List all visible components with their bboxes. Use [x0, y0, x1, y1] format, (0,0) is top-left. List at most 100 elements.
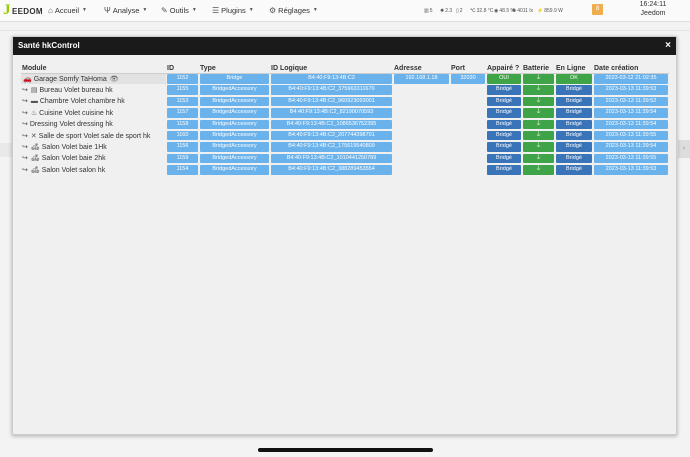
- id-tag: 1154: [167, 165, 198, 175]
- modal-body: Module ID Type ID Logique Adresse Port Appairé…: [13, 55, 676, 434]
- creation-date-tag: 2023-03-12 21:02:35: [594, 74, 668, 84]
- table-row: ↪ ▤ Bureau Volet bureau hk 1155 BridgedAcces…: [21, 84, 669, 95]
- notification-badge[interactable]: 8: [592, 4, 603, 15]
- column-header[interactable]: Adresse: [393, 61, 450, 74]
- nav-accueil[interactable]: ⌂ Accueil ▼: [48, 4, 87, 16]
- paired-status-tag: Bridgé: [487, 85, 521, 95]
- door-icon: ▯: [456, 7, 459, 14]
- creation-date-tag: 2023-03-13 11:39:53: [594, 85, 668, 95]
- column-header[interactable]: ID: [166, 61, 199, 74]
- logical-id-tag: B4:40:F9:13:4B:C2: [271, 74, 392, 84]
- module-name[interactable]: Cuisine Volet cuisine hk: [39, 110, 113, 117]
- logical-id-tag: B4:40:F9:13:4B:C2_1010441250789: [271, 153, 392, 164]
- module-cell[interactable]: ↪ Dressing Volet dressing hk: [21, 119, 166, 130]
- module-cell[interactable]: ↪ ✕ Salle de sport Volet sale de sport hk: [21, 130, 166, 141]
- table-row: ↪ ▬ Chambre Volet chambre hk 1153 BridgedAcc…: [21, 96, 669, 107]
- status-temperature: ℃ 32.8 °C: [470, 6, 493, 15]
- type-tag: BridgedAccessory: [200, 153, 269, 164]
- gear-icon: ⚙: [269, 5, 277, 15]
- module-name[interactable]: Salon Volet baie 1Hk: [42, 144, 107, 151]
- paired-status-tag: Bridgé: [487, 108, 521, 118]
- child-arrow-icon: ↪: [22, 87, 28, 95]
- paired-status-tag: Bridgé: [487, 96, 521, 107]
- battery-plug-icon: ⏚: [523, 74, 554, 84]
- online-status-tag: Bridgé: [556, 130, 592, 141]
- module-name[interactable]: Salon Volet baie 2hk: [42, 155, 106, 162]
- type-tag: Bridge: [200, 74, 269, 84]
- wrench-icon: ✎: [161, 5, 168, 15]
- module-name[interactable]: Chambre Volet chambre hk: [40, 98, 125, 105]
- status-lights: ✹ 2.3: [440, 6, 452, 15]
- logo-text: EEDOM: [12, 7, 43, 16]
- battery-plug-icon: ⏚: [523, 85, 554, 95]
- module-name[interactable]: Bureau Volet bureau hk: [40, 87, 113, 94]
- column-header[interactable]: ID Logique: [270, 61, 393, 74]
- table-row: ↪ 🛋 Salon Volet baie 2hk 1159 BridgedAccesso…: [21, 153, 669, 164]
- column-header[interactable]: Appairé ?: [486, 61, 522, 74]
- nav-label: Outils: [169, 5, 189, 15]
- drop-icon: ◉: [494, 7, 499, 14]
- nav-label: Réglages: [278, 5, 310, 15]
- column-header[interactable]: En Ligne: [555, 61, 593, 74]
- column-header[interactable]: Port: [450, 61, 486, 74]
- module-cell[interactable]: ↪ 🛋 Salon Volet baie 2hk: [21, 153, 166, 164]
- online-status-tag: Bridgé: [556, 142, 592, 152]
- paired-status-tag: Bridgé: [487, 142, 521, 152]
- status-power: ⚡ 859.9 W: [537, 6, 563, 15]
- clock: 16:24:11 Jeedom: [628, 0, 678, 18]
- sun-icon: ✺: [512, 7, 517, 14]
- table-row: 🚗 Garage Somfy TaHoma 👁 1152 Bridge B4:40:F9…: [21, 73, 669, 85]
- caret-down-icon: ▼: [312, 7, 318, 13]
- jeedom-logo[interactable]: J EEDOM: [3, 2, 43, 20]
- table-row: ↪ ✕ Salle de sport Volet sale de sport hk 1…: [21, 130, 669, 141]
- nav-outils[interactable]: ✎ Outils ▼: [161, 4, 197, 16]
- thermometer-icon: ℃: [470, 7, 476, 14]
- online-status-tag: Bridgé: [556, 119, 592, 129]
- nav-reglages[interactable]: ⚙ Réglages ▼: [269, 4, 318, 16]
- module-cell[interactable]: ↪ ▤ Bureau Volet bureau hk: [21, 84, 166, 95]
- creation-date-tag: 2023-03-13 11:39:55: [594, 153, 668, 164]
- column-header[interactable]: Date création: [593, 61, 669, 74]
- nav-plugins[interactable]: ☰ Plugins ▼: [212, 4, 254, 16]
- type-tag: BridgedAccessory: [200, 96, 269, 107]
- side-handle[interactable]: ›: [678, 140, 690, 158]
- status-luminosity: ✺ 4011 lx: [512, 6, 533, 15]
- column-header[interactable]: Batterie: [522, 61, 555, 74]
- module-name[interactable]: Salon Volet salon hk: [42, 167, 105, 174]
- port-tag: 32030: [451, 74, 485, 84]
- module-cell[interactable]: ↪ 🛋 Salon Volet baie 1Hk: [21, 141, 166, 152]
- status-value: 32.8 °C: [476, 7, 494, 14]
- roller-icon: ▥: [424, 7, 429, 14]
- logical-id-tag: B4:40:F9:13:4B:C2_175619540809: [271, 142, 392, 152]
- top-navbar: J EEDOM ⌂ Accueil ▼ Ψ Analyse ▼ ✎ Outils ▼ ☰ Plugi…: [0, 0, 690, 22]
- dumbbell-icon: ✕: [30, 132, 37, 140]
- nav-analyse[interactable]: Ψ Analyse ▼: [104, 4, 147, 16]
- nav-label: Plugins: [221, 5, 246, 15]
- logical-id-tag: B4:40:F9:13:4B:C2_207744398701: [271, 130, 392, 141]
- user-name[interactable]: Jeedom: [628, 9, 678, 18]
- column-header[interactable]: Module: [21, 61, 166, 74]
- nav-label: Analyse: [112, 5, 140, 15]
- logical-id-tag: B4:40:F9:13:4B:C2_1086536752395: [271, 119, 392, 129]
- battery-plug-icon: ⏚: [523, 165, 554, 175]
- module-cell[interactable]: ↪ ♨ Cuisine Volet cuisine hk: [21, 107, 166, 118]
- module-name[interactable]: Garage Somfy TaHoma: [34, 76, 107, 83]
- creation-date-tag: 2023-03-13 11:39:53: [594, 165, 668, 175]
- creation-date-tag: 2023-03-13 11:39:54: [594, 142, 668, 152]
- module-cell[interactable]: ↪ ▬ Chambre Volet chambre hk: [21, 96, 166, 107]
- column-header[interactable]: Type: [199, 61, 270, 74]
- online-status-tag: Bridgé: [556, 85, 592, 95]
- paired-status-tag: Bridgé: [487, 130, 521, 141]
- modal-header: Santé hkControl ×: [13, 37, 676, 55]
- creation-date-tag: 2023-03-13 11:39:52: [594, 96, 668, 107]
- module-cell[interactable]: 🚗 Garage Somfy TaHoma 👁: [21, 73, 166, 85]
- battery-plug-icon: ⏚: [523, 142, 554, 152]
- clock-time: 16:24:11: [639, 1, 667, 8]
- child-arrow-icon: ↪: [22, 109, 28, 117]
- module-name[interactable]: Dressing Volet dressing hk: [30, 121, 113, 128]
- module-cell[interactable]: ↪ 🛋 Salon Volet salon hk: [21, 164, 166, 175]
- plugins-icon: ☰: [212, 5, 220, 15]
- close-icon[interactable]: ×: [665, 37, 671, 55]
- paired-status-tag: OUI: [487, 74, 521, 84]
- module-name[interactable]: Salle de sport Volet sale de sport hk: [39, 133, 151, 140]
